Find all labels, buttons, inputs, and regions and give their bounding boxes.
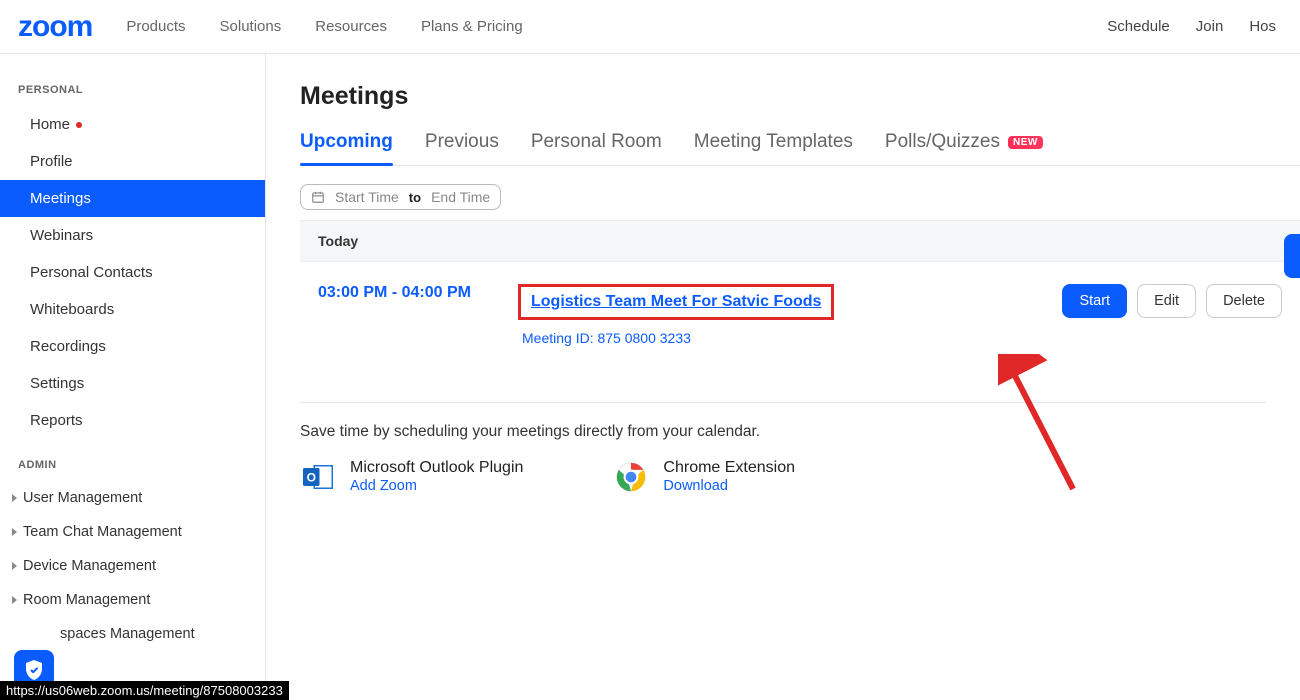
sidebar-item-label: Home (30, 116, 70, 133)
filter-row: Start Time to End Time (300, 184, 1300, 210)
sidebar-item-label: spaces Management (60, 626, 195, 642)
tab-label: Personal Room (531, 131, 662, 153)
nav-host[interactable]: Hos (1249, 18, 1276, 35)
top-nav-right: Schedule Join Hos (1107, 18, 1276, 35)
plugin-chrome: Chrome Extension Download (613, 459, 795, 495)
sidebar-item-recordings[interactable]: Recordings (0, 328, 265, 365)
calendar-icon (311, 190, 325, 204)
outlook-icon: O (300, 459, 336, 495)
meeting-title-link[interactable]: Logistics Team Meet For Satvic Foods (531, 293, 821, 310)
sidebar-item-user-management[interactable]: User Management (0, 481, 265, 515)
sidebar-item-home[interactable]: Home (0, 106, 265, 143)
chrome-icon (613, 459, 649, 495)
tab-meeting-templates[interactable]: Meeting Templates (694, 131, 853, 165)
sidebar-item-webinars[interactable]: Webinars (0, 217, 265, 254)
sidebar-item-label: Reports (30, 412, 83, 429)
sidebar-heading-admin: ADMIN (0, 453, 265, 481)
tab-upcoming[interactable]: Upcoming (300, 131, 393, 165)
annotation-highlight-box: Logistics Team Meet For Satvic Foods (518, 284, 834, 320)
sidebar-item-room-management[interactable]: Room Management (0, 583, 265, 617)
sidebar-item-reports[interactable]: Reports (0, 402, 265, 439)
new-badge: NEW (1008, 136, 1043, 149)
calendar-tip: Save time by scheduling your meetings di… (300, 423, 1300, 441)
chevron-right-icon (12, 528, 17, 536)
delete-button[interactable]: Delete (1206, 284, 1282, 318)
sidebar-item-profile[interactable]: Profile (0, 143, 265, 180)
plugin-outlook: O Microsoft Outlook Plugin Add Zoom (300, 459, 523, 495)
tab-personal-room[interactable]: Personal Room (531, 131, 662, 165)
sidebar-item-device-management[interactable]: Device Management (0, 549, 265, 583)
tab-label: Meeting Templates (694, 131, 853, 153)
meeting-row: 03:00 PM - 04:00 PM Logistics Team Meet … (300, 262, 1300, 372)
sidebar-item-label: Meetings (30, 190, 91, 207)
download-link[interactable]: Download (663, 478, 728, 494)
sidebar-item-label: Whiteboards (30, 301, 114, 318)
top-nav-left: zoom Products Solutions Resources Plans … (18, 10, 523, 44)
sidebar-item-label: Team Chat Management (23, 524, 182, 540)
to-label: to (409, 190, 421, 205)
meeting-time: 03:00 PM - 04:00 PM (318, 284, 488, 302)
add-zoom-link[interactable]: Add Zoom (350, 478, 417, 494)
time-range-picker[interactable]: Start Time to End Time (300, 184, 501, 210)
sidebar-item-personal-contacts[interactable]: Personal Contacts (0, 254, 265, 291)
sidebar-item-label: Recordings (30, 338, 106, 355)
sidebar-item-label: User Management (23, 490, 142, 506)
sidebar-item-whiteboards[interactable]: Whiteboards (0, 291, 265, 328)
sidebar-item-meetings[interactable]: Meetings (0, 180, 265, 217)
sidebar-item-team-chat-management[interactable]: Team Chat Management (0, 515, 265, 549)
nav-resources[interactable]: Resources (315, 18, 387, 35)
tabs: Upcoming Previous Personal Room Meeting … (300, 131, 1300, 166)
sidebar-heading-personal: PERSONAL (0, 78, 265, 106)
nav-join[interactable]: Join (1196, 18, 1224, 35)
meeting-actions: Start Edit Delete (1062, 284, 1282, 318)
tab-polls-quizzes[interactable]: Polls/Quizzes NEW (885, 131, 1043, 165)
edit-button[interactable]: Edit (1137, 284, 1196, 318)
main-content: Meetings Upcoming Previous Personal Room… (266, 54, 1300, 700)
start-button[interactable]: Start (1062, 284, 1127, 318)
zoom-logo: zoom (18, 10, 92, 44)
nav-products[interactable]: Products (126, 18, 185, 35)
sidebar-item-label: Personal Contacts (30, 264, 153, 281)
plugin-title: Chrome Extension (663, 459, 795, 477)
browser-status-bar: https://us06web.zoom.us/meeting/87508003… (0, 681, 289, 700)
sidebar-item-settings[interactable]: Settings (0, 365, 265, 402)
nav-solutions[interactable]: Solutions (220, 18, 282, 35)
today-heading: Today (300, 220, 1300, 262)
sidebar-item-spaces-management[interactable]: spaces Management (0, 617, 265, 651)
top-nav: zoom Products Solutions Resources Plans … (0, 0, 1300, 54)
meeting-id: Meeting ID: 875 0800 3233 (522, 330, 1032, 346)
tab-label: Upcoming (300, 131, 393, 153)
tab-label: Previous (425, 131, 499, 153)
sidebar-item-label: Room Management (23, 592, 150, 608)
notification-dot-icon (76, 122, 82, 128)
sidebar-item-label: Profile (30, 153, 73, 170)
end-time-placeholder: End Time (431, 189, 490, 205)
sidebar-item-label: Device Management (23, 558, 156, 574)
tab-label: Polls/Quizzes (885, 131, 1000, 153)
page-title: Meetings (300, 82, 1300, 111)
tab-previous[interactable]: Previous (425, 131, 499, 165)
schedule-meeting-button-edge[interactable] (1284, 234, 1300, 278)
divider (300, 402, 1266, 403)
sidebar-item-label: Settings (30, 375, 84, 392)
plugin-title: Microsoft Outlook Plugin (350, 459, 523, 477)
svg-text:O: O (307, 471, 316, 485)
sidebar-item-label: Webinars (30, 227, 93, 244)
chevron-right-icon (12, 562, 17, 570)
chevron-right-icon (12, 494, 17, 502)
meeting-info: Logistics Team Meet For Satvic Foods Mee… (518, 284, 1032, 346)
shield-check-icon (22, 658, 46, 682)
start-time-placeholder: Start Time (335, 189, 399, 205)
nav-schedule[interactable]: Schedule (1107, 18, 1170, 35)
plugins: O Microsoft Outlook Plugin Add Zoom (300, 459, 1300, 495)
sidebar: PERSONAL Home Profile Meetings Webinars … (0, 54, 266, 700)
chevron-right-icon (12, 596, 17, 604)
nav-plans-pricing[interactable]: Plans & Pricing (421, 18, 523, 35)
